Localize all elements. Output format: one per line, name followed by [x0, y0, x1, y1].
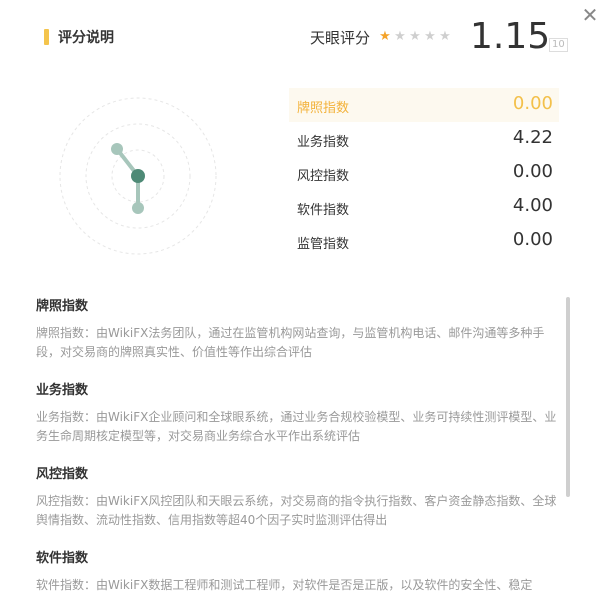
index-value: 0.00 — [512, 229, 553, 250]
page-title: 评分说明 — [58, 30, 114, 46]
index-table: 牌照指数 0.00 业务指数 4.22 风控指数 0.00 软件指数 4.00 … — [289, 88, 559, 258]
star-rating: ★ ★ ★ ★ ★ — [378, 30, 452, 46]
description-item: 业务指数 业务指数：由WikiFX企业顾问和全球眼系统，通过业务合规校验模型、业… — [36, 382, 566, 446]
title-accent-bar — [44, 29, 49, 45]
description-text: 牌照指数：由WikiFX法务团队，通过在监管机构网站查询，与监管机构电话、邮件沟… — [36, 326, 545, 359]
index-name: 软件指数 — [297, 203, 350, 218]
star-icon: ★ — [439, 29, 451, 44]
description-item: 风控指数 风控指数：由WikiFX风控团队和天眼云系统，对交易商的指令执行指数、… — [36, 466, 566, 530]
radar-point — [111, 143, 123, 155]
star-icon: ★ — [424, 29, 436, 44]
index-row-license: 牌照指数 0.00 — [289, 88, 559, 122]
index-value: 4.22 — [512, 127, 553, 148]
index-row-regulation: 监管指数 0.00 — [289, 224, 559, 258]
description-title: 牌照指数 — [36, 299, 89, 314]
description-text: 风控指数：由WikiFX风控团队和天眼云系统，对交易商的指令执行指数、客户资金静… — [36, 494, 557, 527]
description-text: 软件指数：由WikiFX数据工程师和测试工程师，对软件是否是正版，以及软件的安全… — [36, 578, 533, 592]
description-text: 业务指数：由WikiFX企业顾问和全球眼系统，通过业务合规校验模型、业务可持续性… — [36, 410, 557, 443]
score-label: 天眼评分 — [310, 29, 371, 47]
index-name: 风控指数 — [297, 169, 350, 184]
index-row-business: 业务指数 4.22 — [289, 122, 559, 156]
radar-center-dot — [131, 169, 145, 183]
index-value: 4.00 — [512, 195, 553, 216]
description-title: 业务指数 — [36, 383, 89, 398]
star-icon: ★ — [394, 29, 406, 44]
star-icon: ★ — [409, 29, 421, 44]
description-item: 软件指数 软件指数：由WikiFX数据工程师和测试工程师，对软件是否是正版，以及… — [36, 550, 566, 595]
index-name: 监管指数 — [297, 237, 350, 252]
index-name: 牌照指数 — [297, 101, 350, 116]
description-scroll-area[interactable]: 牌照指数 牌照指数：由WikiFX法务团队，通过在监管机构网站查询，与监管机构电… — [36, 298, 566, 598]
description-item: 牌照指数 牌照指数：由WikiFX法务团队，通过在监管机构网站查询，与监管机构电… — [36, 298, 566, 362]
index-name: 业务指数 — [297, 135, 350, 150]
index-row-software: 软件指数 4.00 — [289, 190, 559, 224]
description-title: 风控指数 — [36, 467, 89, 482]
index-value: 0.00 — [512, 93, 553, 114]
star-icon: ★ — [379, 29, 391, 44]
score-value: 1.15 — [470, 16, 551, 57]
radar-chart — [59, 97, 217, 255]
radar-point — [132, 202, 144, 214]
index-row-risk: 风控指数 0.00 — [289, 156, 559, 190]
index-value: 0.00 — [512, 161, 553, 182]
score-max-badge: 10 — [549, 38, 568, 52]
description-title: 软件指数 — [36, 551, 89, 566]
header: 评分说明 天眼评分 ★ ★ ★ ★ ★ 1.15 10 — [0, 0, 610, 80]
scrollbar[interactable] — [566, 297, 570, 497]
